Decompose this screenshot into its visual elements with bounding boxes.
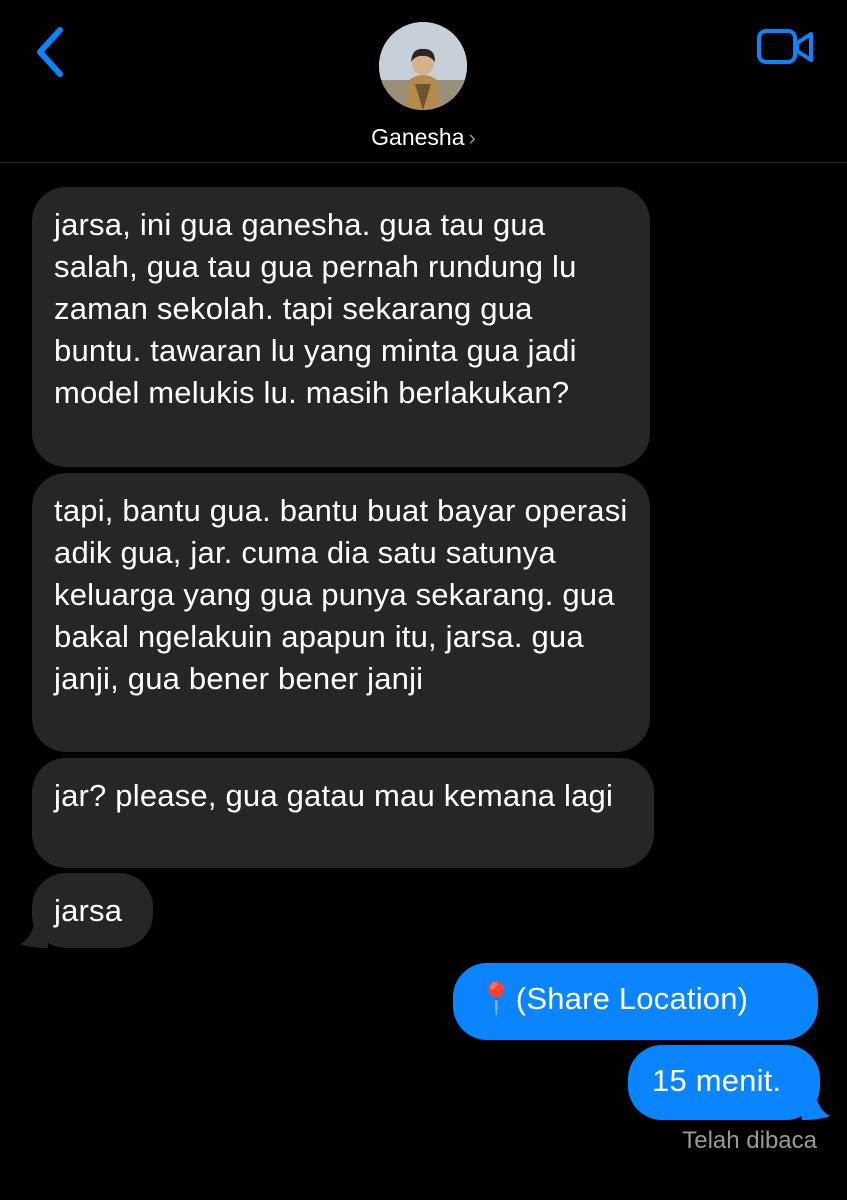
message-text: 15 menit.: [652, 1063, 782, 1098]
contact-name-button[interactable]: Ganesha ›: [0, 124, 847, 151]
message-text: jarsa, ini gua ganesha. gua tau gua sala…: [54, 207, 577, 410]
message-text: jar? please, gua gatau mau kemana lagi: [54, 778, 614, 813]
incoming-message-bubble[interactable]: jarsa: [32, 873, 153, 948]
incoming-message-bubble[interactable]: tapi, bantu gua. bantu buat bayar operas…: [32, 473, 650, 752]
incoming-message-bubble[interactable]: jarsa, ini gua ganesha. gua tau gua sala…: [32, 187, 650, 467]
back-button[interactable]: [28, 22, 78, 82]
video-call-button[interactable]: [756, 26, 816, 68]
message-text: tapi, bantu gua. bantu buat bayar operas…: [54, 493, 628, 696]
chevron-left-icon: [37, 27, 63, 77]
message-text: 📍(Share Location): [477, 981, 749, 1016]
outgoing-message-bubble[interactable]: 15 menit.: [628, 1045, 820, 1120]
contact-name: Ganesha: [371, 124, 465, 150]
chevron-right-icon: ›: [468, 125, 476, 150]
message-text: jarsa: [54, 893, 123, 928]
video-camera-icon: [757, 29, 813, 64]
conversation-header: Ganesha ›: [0, 0, 847, 163]
incoming-message-bubble[interactable]: jar? please, gua gatau mau kemana lagi: [32, 758, 654, 868]
bubble-tail: [802, 1094, 830, 1120]
contact-avatar[interactable]: [379, 22, 467, 110]
read-receipt: Telah dibaca: [682, 1127, 817, 1154]
avatar-photo: [379, 22, 467, 110]
bubble-tail: [20, 922, 48, 948]
outgoing-message-bubble[interactable]: 📍(Share Location): [453, 963, 818, 1040]
